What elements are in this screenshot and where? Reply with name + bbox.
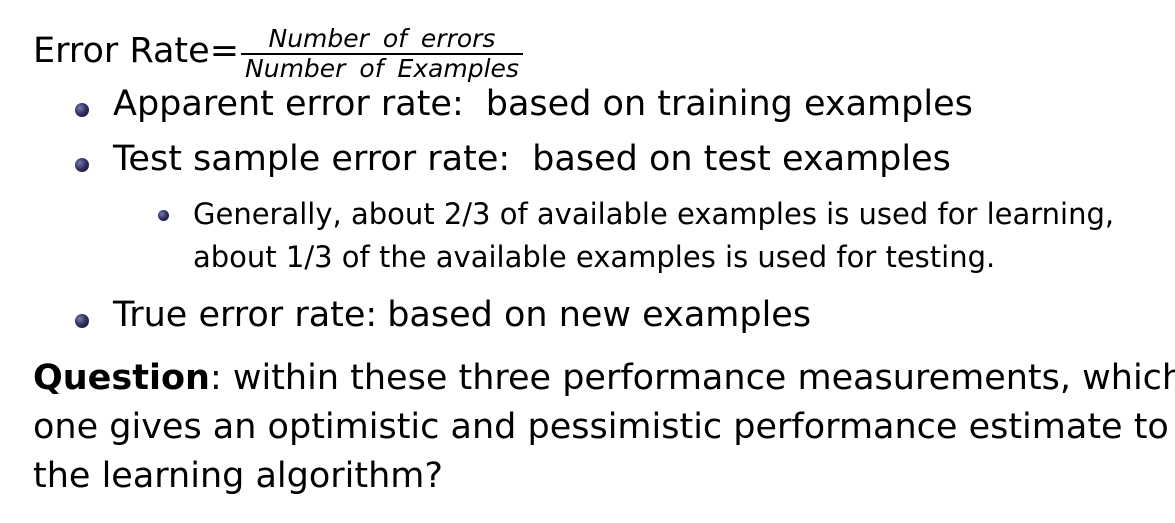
bullet-term: Apparent error rate:	[113, 84, 464, 124]
sub-bullet-line-1: Generally, about 2/3 of available exampl…	[193, 197, 1115, 231]
bullet-apparent-error-rate: Apparent error rate: based on training e…	[75, 84, 973, 124]
formula-fraction: Number of errors Number of Examples	[241, 25, 523, 83]
bullet-true-error-rate: True error rate: based on new examples	[75, 295, 811, 335]
bullet-desc: based on new examples	[387, 295, 812, 335]
slide: Error Rate= Number of errors Number of E…	[0, 0, 1175, 523]
bullet-term: True error rate:	[113, 295, 378, 335]
bullet-desc: based on training examples	[485, 84, 973, 124]
bullet-term: Test sample error rate:	[113, 139, 511, 179]
question-line-1: Question: within these three performance…	[33, 354, 1175, 403]
bullet-icon	[75, 103, 89, 117]
formula-denominator: Number of Examples	[245, 53, 519, 83]
question-text-1: : within these three performance measure…	[209, 358, 1175, 398]
formula-numerator: Number of errors	[268, 24, 496, 53]
question-line-2: one gives an optimistic and pessimistic …	[33, 407, 1169, 447]
bullet-desc: based on test examples	[532, 139, 951, 179]
bullet-test-sample-error-rate: Test sample error rate: based on test ex…	[75, 139, 951, 179]
question-line-3: the learning algorithm?	[33, 456, 443, 496]
sub-bullet-data-split: Generally, about 2/3 of available exampl…	[158, 193, 1114, 279]
sub-bullet-icon	[158, 210, 169, 221]
error-rate-formula: Error Rate= Number of errors Number of E…	[33, 22, 523, 83]
bullet-icon	[75, 314, 89, 328]
formula-lhs: Error Rate=	[33, 30, 240, 71]
question-label: Question	[33, 358, 210, 398]
bullet-icon	[75, 158, 89, 172]
question-paragraph: Question: within these three performance…	[33, 354, 1175, 501]
sub-bullet-line-2: about 1/3 of the available examples is u…	[193, 240, 996, 274]
